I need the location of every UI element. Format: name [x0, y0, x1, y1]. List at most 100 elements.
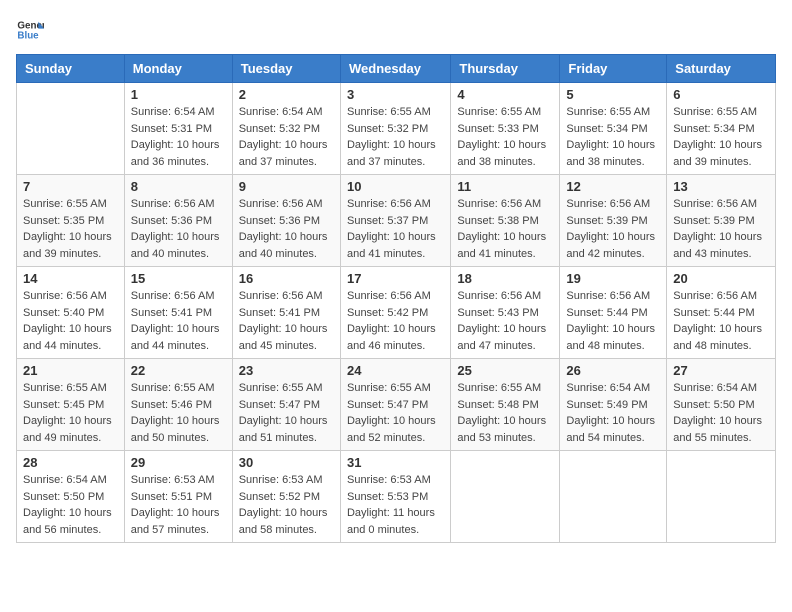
day-cell: 21 Sunrise: 6:55 AM Sunset: 5:45 PM Dayli…	[17, 359, 125, 451]
day-info: Sunrise: 6:56 AM Sunset: 5:36 PM Dayligh…	[239, 196, 334, 262]
day-cell: 26 Sunrise: 6:54 AM Sunset: 5:49 PM Dayli…	[560, 359, 667, 451]
day-cell: 13 Sunrise: 6:56 AM Sunset: 5:39 PM Dayli…	[667, 175, 776, 267]
day-header-tuesday: Tuesday	[232, 55, 340, 83]
day-info: Sunrise: 6:56 AM Sunset: 5:41 PM Dayligh…	[239, 288, 334, 354]
day-header-friday: Friday	[560, 55, 667, 83]
day-number: 1	[131, 87, 226, 102]
day-number: 17	[347, 271, 444, 286]
day-number: 4	[457, 87, 553, 102]
day-cell: 5 Sunrise: 6:55 AM Sunset: 5:34 PM Daylig…	[560, 83, 667, 175]
day-info: Sunrise: 6:54 AM Sunset: 5:49 PM Dayligh…	[566, 380, 660, 446]
day-info: Sunrise: 6:55 AM Sunset: 5:45 PM Dayligh…	[23, 380, 118, 446]
day-cell: 7 Sunrise: 6:55 AM Sunset: 5:35 PM Daylig…	[17, 175, 125, 267]
day-number: 18	[457, 271, 553, 286]
day-header-thursday: Thursday	[451, 55, 560, 83]
svg-text:Blue: Blue	[17, 30, 39, 41]
calendar-table: SundayMondayTuesdayWednesdayThursdayFrid…	[16, 54, 776, 543]
day-info: Sunrise: 6:55 AM Sunset: 5:34 PM Dayligh…	[566, 104, 660, 170]
day-info: Sunrise: 6:56 AM Sunset: 5:39 PM Dayligh…	[673, 196, 769, 262]
day-cell: 9 Sunrise: 6:56 AM Sunset: 5:36 PM Daylig…	[232, 175, 340, 267]
day-info: Sunrise: 6:56 AM Sunset: 5:41 PM Dayligh…	[131, 288, 226, 354]
day-cell: 8Sunrise: 6:56 AM Sunset: 5:36 PM Daylig…	[124, 175, 232, 267]
day-cell: 3 Sunrise: 6:55 AM Sunset: 5:32 PM Daylig…	[340, 83, 450, 175]
day-number: 25	[457, 363, 553, 378]
day-info: Sunrise: 6:56 AM Sunset: 5:39 PM Dayligh…	[566, 196, 660, 262]
day-cell	[17, 83, 125, 175]
day-info: Sunrise: 6:56 AM Sunset: 5:36 PM Dayligh…	[131, 196, 226, 262]
day-info: Sunrise: 6:53 AM Sunset: 5:51 PM Dayligh…	[131, 472, 226, 538]
day-cell: 4 Sunrise: 6:55 AM Sunset: 5:33 PM Daylig…	[451, 83, 560, 175]
day-cell: 2 Sunrise: 6:54 AM Sunset: 5:32 PM Daylig…	[232, 83, 340, 175]
day-cell: 18 Sunrise: 6:56 AM Sunset: 5:43 PM Dayli…	[451, 267, 560, 359]
day-info: Sunrise: 6:55 AM Sunset: 5:35 PM Dayligh…	[23, 196, 118, 262]
day-cell: 10Sunrise: 6:56 AM Sunset: 5:37 PM Dayli…	[340, 175, 450, 267]
day-cell	[667, 451, 776, 543]
day-info: Sunrise: 6:54 AM Sunset: 5:50 PM Dayligh…	[673, 380, 769, 446]
day-cell: 24 Sunrise: 6:55 AM Sunset: 5:47 PM Dayli…	[340, 359, 450, 451]
day-info: Sunrise: 6:56 AM Sunset: 5:38 PM Dayligh…	[457, 196, 553, 262]
day-info: Sunrise: 6:56 AM Sunset: 5:44 PM Dayligh…	[566, 288, 660, 354]
day-number: 30	[239, 455, 334, 470]
day-info: Sunrise: 6:54 AM Sunset: 5:32 PM Dayligh…	[239, 104, 334, 170]
day-number: 27	[673, 363, 769, 378]
week-row-4: 21 Sunrise: 6:55 AM Sunset: 5:45 PM Dayli…	[17, 359, 776, 451]
day-cell	[560, 451, 667, 543]
day-number: 21	[23, 363, 118, 378]
day-number: 7	[23, 179, 118, 194]
day-number: 16	[239, 271, 334, 286]
day-number: 13	[673, 179, 769, 194]
day-header-sunday: Sunday	[17, 55, 125, 83]
day-number: 12	[566, 179, 660, 194]
day-cell: 29 Sunrise: 6:53 AM Sunset: 5:51 PM Dayli…	[124, 451, 232, 543]
day-cell: 28 Sunrise: 6:54 AM Sunset: 5:50 PM Dayli…	[17, 451, 125, 543]
day-cell	[451, 451, 560, 543]
day-number: 28	[23, 455, 118, 470]
day-cell: 16 Sunrise: 6:56 AM Sunset: 5:41 PM Dayli…	[232, 267, 340, 359]
day-header-monday: Monday	[124, 55, 232, 83]
day-info: Sunrise: 6:54 AM Sunset: 5:31 PM Dayligh…	[131, 104, 226, 170]
day-number: 24	[347, 363, 444, 378]
day-cell: 17Sunrise: 6:56 AM Sunset: 5:42 PM Dayli…	[340, 267, 450, 359]
day-number: 3	[347, 87, 444, 102]
day-cell: 23 Sunrise: 6:55 AM Sunset: 5:47 PM Dayli…	[232, 359, 340, 451]
day-cell: 22 Sunrise: 6:55 AM Sunset: 5:46 PM Dayli…	[124, 359, 232, 451]
day-number: 11	[457, 179, 553, 194]
day-cell: 1 Sunrise: 6:54 AM Sunset: 5:31 PM Daylig…	[124, 83, 232, 175]
day-info: Sunrise: 6:54 AM Sunset: 5:50 PM Dayligh…	[23, 472, 118, 538]
day-number: 10	[347, 179, 444, 194]
day-number: 9	[239, 179, 334, 194]
week-row-2: 7 Sunrise: 6:55 AM Sunset: 5:35 PM Daylig…	[17, 175, 776, 267]
day-cell: 25 Sunrise: 6:55 AM Sunset: 5:48 PM Dayli…	[451, 359, 560, 451]
day-info: Sunrise: 6:55 AM Sunset: 5:48 PM Dayligh…	[457, 380, 553, 446]
day-info: Sunrise: 6:55 AM Sunset: 5:47 PM Dayligh…	[239, 380, 334, 446]
day-info: Sunrise: 6:55 AM Sunset: 5:34 PM Dayligh…	[673, 104, 769, 170]
day-number: 14	[23, 271, 118, 286]
day-info: Sunrise: 6:55 AM Sunset: 5:47 PM Dayligh…	[347, 380, 444, 446]
day-number: 23	[239, 363, 334, 378]
day-cell: 11 Sunrise: 6:56 AM Sunset: 5:38 PM Dayli…	[451, 175, 560, 267]
day-number: 22	[131, 363, 226, 378]
day-cell: 12 Sunrise: 6:56 AM Sunset: 5:39 PM Dayli…	[560, 175, 667, 267]
day-info: Sunrise: 6:56 AM Sunset: 5:43 PM Dayligh…	[457, 288, 553, 354]
day-cell: 6Sunrise: 6:55 AM Sunset: 5:34 PM Daylig…	[667, 83, 776, 175]
day-info: Sunrise: 6:55 AM Sunset: 5:32 PM Dayligh…	[347, 104, 444, 170]
day-number: 5	[566, 87, 660, 102]
week-row-1: 1 Sunrise: 6:54 AM Sunset: 5:31 PM Daylig…	[17, 83, 776, 175]
day-header-saturday: Saturday	[667, 55, 776, 83]
day-info: Sunrise: 6:55 AM Sunset: 5:33 PM Dayligh…	[457, 104, 553, 170]
day-number: 2	[239, 87, 334, 102]
day-header-wednesday: Wednesday	[340, 55, 450, 83]
header: General Blue	[16, 16, 776, 44]
week-row-3: 14 Sunrise: 6:56 AM Sunset: 5:40 PM Dayli…	[17, 267, 776, 359]
logo: General Blue	[16, 16, 44, 44]
day-cell: 20Sunrise: 6:56 AM Sunset: 5:44 PM Dayli…	[667, 267, 776, 359]
day-cell: 15 Sunrise: 6:56 AM Sunset: 5:41 PM Dayli…	[124, 267, 232, 359]
day-number: 29	[131, 455, 226, 470]
day-info: Sunrise: 6:53 AM Sunset: 5:53 PM Dayligh…	[347, 472, 444, 538]
day-info: Sunrise: 6:55 AM Sunset: 5:46 PM Dayligh…	[131, 380, 226, 446]
day-number: 26	[566, 363, 660, 378]
day-cell: 14 Sunrise: 6:56 AM Sunset: 5:40 PM Dayli…	[17, 267, 125, 359]
header-row: SundayMondayTuesdayWednesdayThursdayFrid…	[17, 55, 776, 83]
day-info: Sunrise: 6:56 AM Sunset: 5:40 PM Dayligh…	[23, 288, 118, 354]
day-number: 15	[131, 271, 226, 286]
